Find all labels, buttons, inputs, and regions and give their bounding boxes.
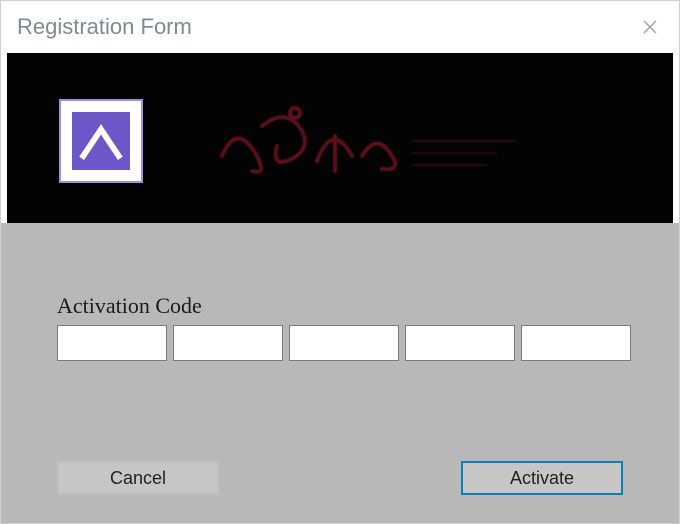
activate-button[interactable]: Activate <box>461 461 623 495</box>
activation-code-group <box>57 325 623 361</box>
activation-code-input-1[interactable] <box>57 325 167 361</box>
banner <box>1 53 679 223</box>
cancel-button[interactable]: Cancel <box>57 461 219 495</box>
activation-code-input-5[interactable] <box>521 325 631 361</box>
titlebar: Registration Form <box>1 1 679 53</box>
activation-code-input-3[interactable] <box>289 325 399 361</box>
form-area: Activation Code Cancel Activate <box>1 223 679 523</box>
window-title: Registration Form <box>17 14 192 40</box>
activation-code-input-2[interactable] <box>173 325 283 361</box>
activation-code-label: Activation Code <box>57 293 623 319</box>
activation-code-input-4[interactable] <box>405 325 515 361</box>
brand-script-icon <box>217 101 527 191</box>
app-logo-icon <box>61 101 141 181</box>
registration-window: Registration Form <box>0 0 680 524</box>
button-row: Cancel Activate <box>57 441 623 495</box>
close-icon[interactable] <box>639 16 661 38</box>
